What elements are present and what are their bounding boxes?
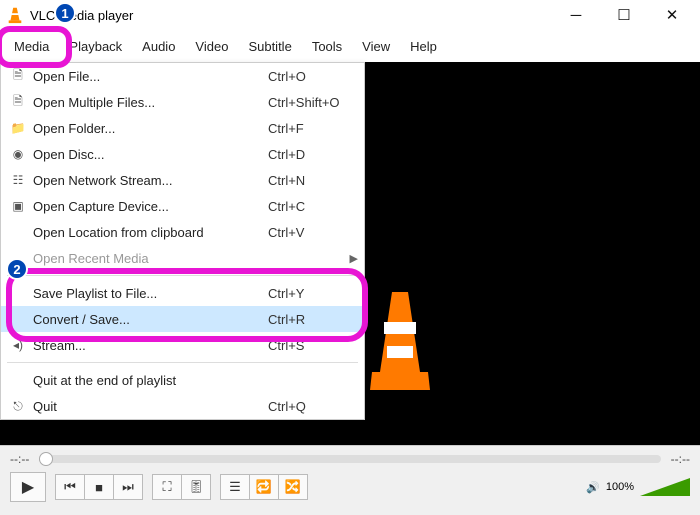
title-bar: VLC media player ─ ☐ ✕ [0,0,700,30]
menu-video[interactable]: Video [185,35,238,58]
quit-icon: ⎋ [7,397,29,415]
menu-open-clipboard[interactable]: Open Location from clipboard Ctrl+V [1,219,364,245]
vlc-cone-icon [6,6,24,24]
playlist-button[interactable]: ☰ [220,474,250,500]
annotation-bubble-1: 1 [54,2,76,24]
submenu-arrow-icon: ▶ [350,252,358,265]
volume-slider[interactable] [640,478,690,496]
menu-separator [7,362,358,363]
menu-open-network-stream[interactable]: ☷ Open Network Stream... Ctrl+N [1,167,364,193]
close-button[interactable]: ✕ [660,3,684,27]
vlc-cone-logo [370,292,420,392]
capture-icon: ▣ [7,197,29,215]
annotation-bubble-2: 2 [6,258,28,280]
menu-subtitle[interactable]: Subtitle [238,35,301,58]
disc-icon: ◉ [7,145,29,163]
extended-settings-button[interactable]: 🎚 [181,474,211,500]
folder-icon: 📁 [7,119,29,137]
menu-open-capture-device[interactable]: ▣ Open Capture Device... Ctrl+C [1,193,364,219]
seek-slider[interactable] [39,455,660,463]
files-icon: 🗎 [7,93,29,111]
menu-help[interactable]: Help [400,35,447,58]
mute-button[interactable]: 🔊 [586,481,600,494]
menu-open-disc[interactable]: ◉ Open Disc... Ctrl+D [1,141,364,167]
window-title: VLC media player [30,8,564,23]
maximize-button[interactable]: ☐ [612,3,636,27]
file-icon: 🗎 [7,67,29,85]
next-button[interactable]: ⏭ [113,474,143,500]
player-controls: --:-- --:-- ▶ ⏮ ■ ⏭ ⛶ 🎚 ☰ 🔁 🔀 🔊 100% [0,445,700,515]
play-button[interactable]: ▶ [10,472,46,502]
menu-quit[interactable]: ⎋ Quit Ctrl+Q [1,393,364,419]
time-current: --:-- [10,452,29,466]
annotation-highlight-2 [6,268,368,342]
menu-open-multiple-files[interactable]: 🗎 Open Multiple Files... Ctrl+Shift+O [1,89,364,115]
network-icon: ☷ [7,171,29,189]
previous-button[interactable]: ⏮ [55,474,85,500]
window-controls: ─ ☐ ✕ [564,3,694,27]
media-dropdown: 🗎 Open File... Ctrl+O 🗎 Open Multiple Fi… [0,62,365,420]
menu-tools[interactable]: Tools [302,35,352,58]
menu-bar: Media Playback Audio Video Subtitle Tool… [0,30,700,62]
stop-button[interactable]: ■ [84,474,114,500]
menu-quit-end-playlist[interactable]: Quit at the end of playlist [1,367,364,393]
shuffle-button[interactable]: 🔀 [278,474,308,500]
menu-open-folder[interactable]: 📁 Open Folder... Ctrl+F [1,115,364,141]
fullscreen-button[interactable]: ⛶ [152,474,182,500]
menu-view[interactable]: View [352,35,400,58]
slider-thumb-icon[interactable] [39,452,53,466]
minimize-button[interactable]: ─ [564,3,588,27]
volume-text: 100% [606,481,634,493]
time-total: --:-- [671,452,690,466]
annotation-highlight-1 [0,26,72,68]
loop-button[interactable]: 🔁 [249,474,279,500]
menu-audio[interactable]: Audio [132,35,185,58]
